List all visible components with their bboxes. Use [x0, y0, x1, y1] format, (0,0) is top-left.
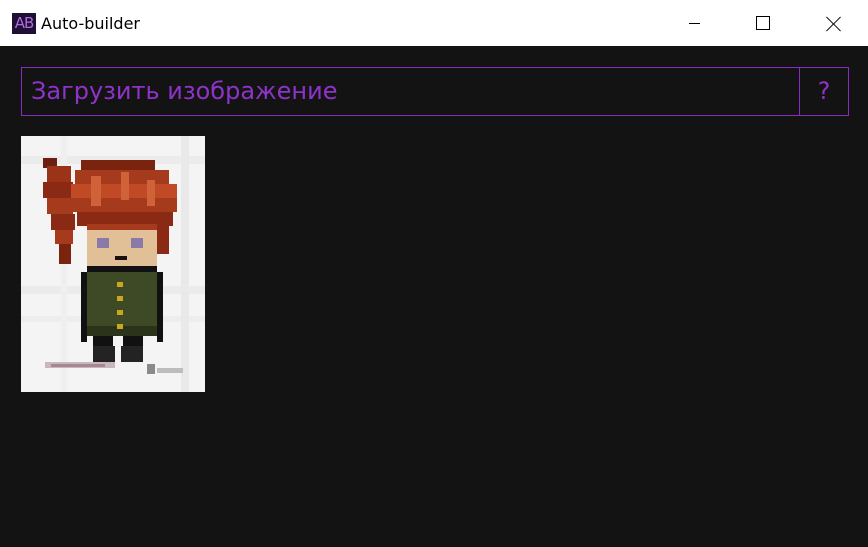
minimize-icon: [688, 22, 700, 24]
app-icon: AB: [12, 13, 36, 34]
load-image-button[interactable]: Загрузить изображение: [21, 67, 800, 116]
window-title: Auto-builder: [41, 14, 140, 33]
maximize-button[interactable]: [728, 0, 798, 46]
image-thumbnail[interactable]: [21, 136, 205, 392]
minimize-button[interactable]: [659, 0, 729, 46]
maximize-icon: [756, 16, 770, 30]
pixel-art-character-icon: [21, 136, 205, 392]
close-button[interactable]: [798, 0, 868, 46]
title-bar[interactable]: AB Auto-builder: [0, 0, 868, 46]
help-button[interactable]: ?: [799, 67, 849, 116]
close-icon: [826, 16, 841, 31]
